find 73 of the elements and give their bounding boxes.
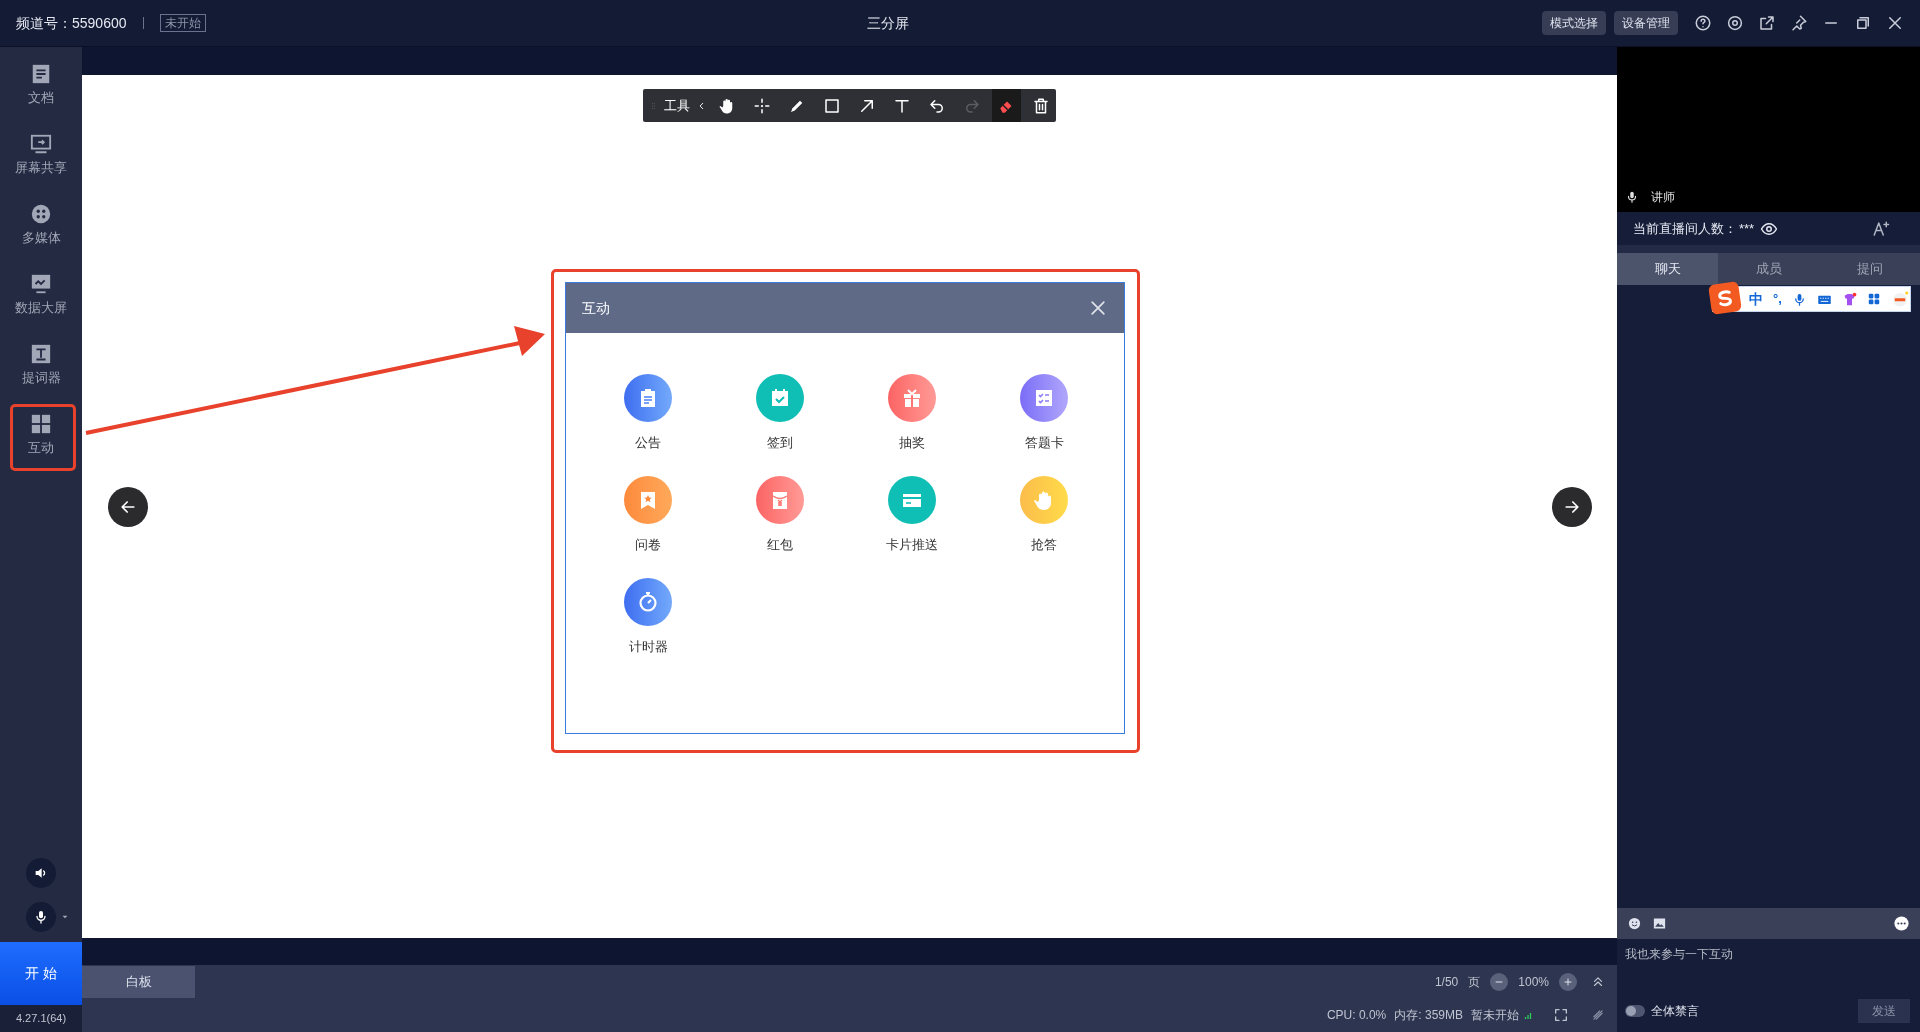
whiteboard-canvas[interactable]: 工具 互动 公告 签到 抽奖 答题卡 问卷 红包 卡片推送 抢答 计时器 <box>82 75 1617 938</box>
interaction-item[interactable]: 签到 <box>714 374 846 451</box>
interaction-item[interactable]: 卡片推送 <box>846 476 978 553</box>
chart-monitor-icon <box>30 273 52 295</box>
interaction-item[interactable]: 公告 <box>582 374 714 451</box>
external-link-icon[interactable] <box>1758 14 1776 32</box>
speaker-button[interactable] <box>26 858 56 888</box>
version-label: 4.27.1(64) <box>15 1011 67 1027</box>
zoom-out-button[interactable] <box>1490 972 1509 991</box>
viewers-count: *** <box>1739 219 1755 238</box>
image-icon[interactable] <box>1652 916 1667 931</box>
eraser-tool[interactable] <box>992 89 1022 122</box>
mute-all-toggle[interactable] <box>1625 1005 1645 1017</box>
microphone-icon <box>1625 190 1639 204</box>
channel-number: 频道号：5590600 <box>16 13 127 33</box>
punctuation-toggle[interactable]: °, <box>1773 289 1782 309</box>
start-button[interactable]: 开 始 <box>0 942 82 1005</box>
sidebar-item[interactable]: 文档 <box>6 49 76 119</box>
chat-input[interactable]: 我也来参与一下互动 <box>1625 939 1912 994</box>
stream-status: 暂未开始 <box>1471 1007 1519 1024</box>
panel-tab[interactable]: 聊天 <box>1617 253 1718 285</box>
more-icon[interactable] <box>1893 915 1910 932</box>
sidebar-item[interactable]: 提词器 <box>6 329 76 399</box>
emoji-icon[interactable] <box>1627 916 1642 931</box>
presenter-label: 讲师 <box>1651 189 1675 206</box>
highlight-frame <box>10 404 76 471</box>
close-icon[interactable] <box>1886 14 1904 32</box>
next-page-button[interactable] <box>1552 487 1592 527</box>
microphone-button[interactable] <box>26 902 56 932</box>
mode-select-button[interactable]: 模式选择 <box>1542 11 1606 35</box>
font-size-icon[interactable] <box>1872 219 1890 238</box>
zoom-in-button[interactable] <box>1559 972 1577 991</box>
toolbar-label: 工具 <box>664 96 691 115</box>
fullscreen-icon[interactable] <box>1553 1007 1569 1023</box>
zoom-level: 100% <box>1518 973 1549 991</box>
sidebar-item[interactable]: 多媒体 <box>6 189 76 259</box>
sidebar-item[interactable]: 屏幕共享 <box>6 119 76 189</box>
whiteboard-tab[interactable]: 白板 <box>82 965 195 998</box>
chevron-up-icon[interactable] <box>1591 974 1605 989</box>
interaction-item[interactable]: 红包 <box>714 476 846 553</box>
status-badge: 未开始 <box>159 14 206 32</box>
dialog-title: 互动 <box>582 298 610 318</box>
page-unit: 页 <box>1468 973 1481 991</box>
pin-icon[interactable] <box>1790 14 1808 32</box>
interaction-item[interactable]: 抢答 <box>978 476 1110 553</box>
send-button[interactable]: 发送 <box>1858 999 1910 1023</box>
mute-all-label: 全体禁言 <box>1651 1003 1699 1020</box>
settings-icon[interactable] <box>1726 14 1744 32</box>
restore-icon[interactable] <box>1854 14 1872 32</box>
viewers-label: 当前直播间人数： <box>1633 219 1737 238</box>
device-manage-button[interactable]: 设备管理 <box>1614 11 1678 35</box>
microphone-icon <box>33 909 49 925</box>
interaction-item[interactable]: 答题卡 <box>978 374 1110 451</box>
page-indicator: 1/50 <box>1434 973 1459 991</box>
panel-tab[interactable]: 提问 <box>1819 253 1920 285</box>
input-mode-toggle[interactable]: 中 <box>1749 288 1763 310</box>
window-title: 三分屏 <box>866 13 910 33</box>
interaction-item[interactable]: 问卷 <box>582 476 714 553</box>
grid-icon <box>30 413 52 435</box>
text-icon <box>30 343 52 365</box>
memory-usage: 内存: 359MB <box>1394 1007 1463 1024</box>
interaction-item[interactable]: 抽奖 <box>846 374 978 451</box>
film-reel-icon <box>30 203 52 225</box>
panel-tab[interactable]: 成员 <box>1718 253 1819 285</box>
previous-page-button[interactable] <box>108 487 148 527</box>
monitor-icon <box>30 133 52 155</box>
grid-icon[interactable] <box>1866 292 1881 306</box>
document-icon <box>30 63 52 85</box>
help-icon[interactable] <box>1694 14 1712 32</box>
interaction-item[interactable]: 计时器 <box>582 578 714 655</box>
sidebar-item[interactable]: 数据大屏 <box>6 259 76 329</box>
cpu-usage: CPU: 0.0% <box>1326 1007 1387 1024</box>
sidebar-item[interactable]: 互动 <box>6 399 76 469</box>
